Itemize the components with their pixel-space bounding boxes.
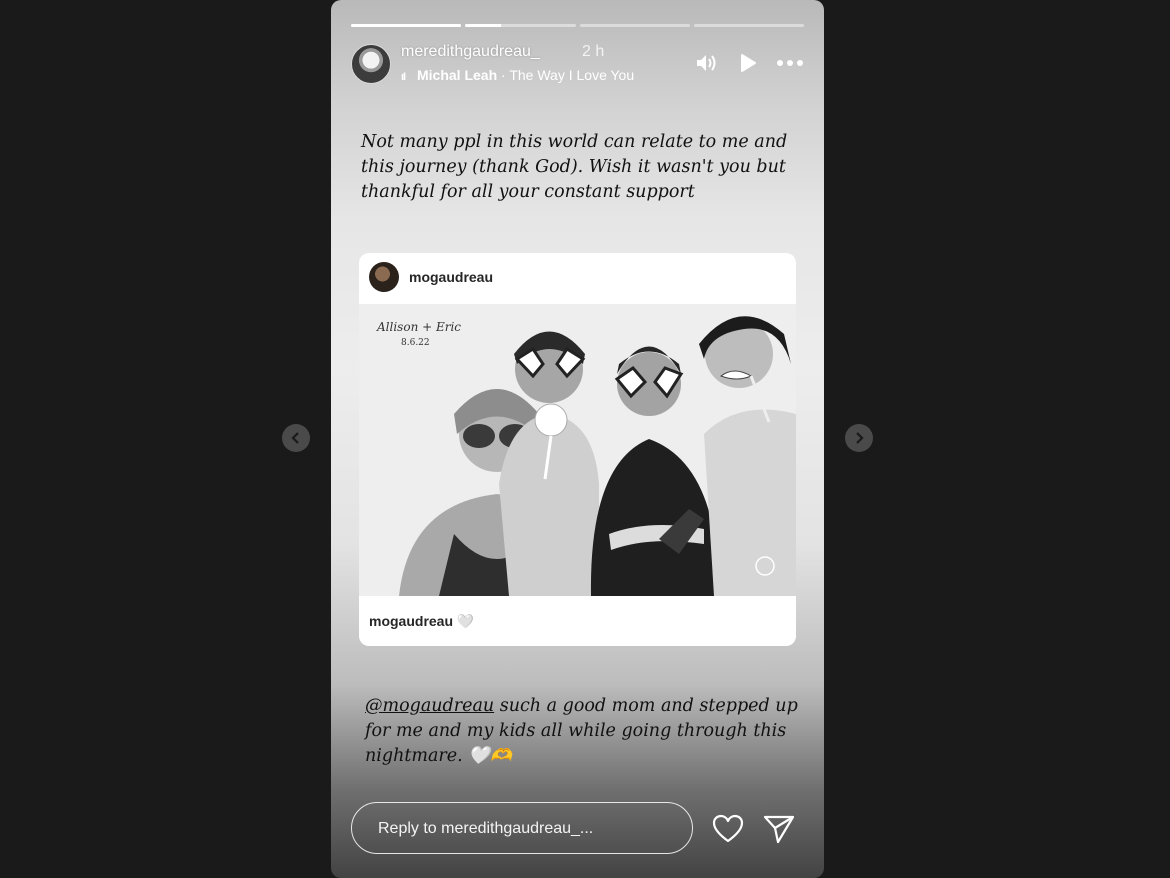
music-bars-icon: ıI [401,71,406,83]
progress-segment [465,24,576,27]
send-button[interactable] [762,813,796,845]
reply-placeholder: Reply to meredithgaudreau_... [378,820,594,837]
story-caption-bottom: @mogaudreau such a good mom and stepped … [365,694,805,769]
story-progress-bar [351,24,804,27]
shared-post-photo[interactable]: Allison + Eric 8.6.22 [359,304,796,596]
shared-post-header: mogaudreau [359,253,796,303]
shared-post-caption: mogaudreau 🤍 [369,613,474,630]
story-username[interactable]: meredithgaudreau_ [401,43,540,61]
like-button[interactable] [711,813,745,845]
play-button[interactable] [734,50,762,76]
next-story-button[interactable] [845,424,873,452]
previous-story-button[interactable] [282,424,310,452]
progress-segment [351,24,462,27]
send-icon [763,815,795,844]
volume-icon [697,55,716,71]
more-options-button[interactable] [776,50,804,76]
more-icon [777,60,803,66]
chevron-right-icon [856,432,864,444]
story-viewer: meredithgaudreau_ 2 h ıI Michal Leah · Th… [331,0,824,878]
mention-link[interactable]: @mogaudreau [365,696,494,716]
music-title: The Way I Love You [509,67,635,83]
shared-post-caption-emoji: 🤍 [456,613,475,629]
reply-input[interactable]: Reply to meredithgaudreau_... [351,802,693,854]
mute-button[interactable] [692,50,720,76]
story-header: meredithgaudreau_ 2 h ıI Michal Leah · Th… [351,42,804,86]
chevron-left-icon [291,432,299,444]
photo-tag-text: Allison + Eric [377,320,462,334]
progress-segment [693,24,804,27]
play-icon [741,54,756,72]
music-artist: Michal Leah [417,67,498,83]
story-controls [692,50,804,76]
story-timestamp: 2 h [582,43,605,60]
shared-post-caption-user[interactable]: mogaudreau [369,613,453,629]
music-info[interactable]: ıI Michal Leah · The Way I Love You [401,67,634,83]
shared-post-username[interactable]: mogaudreau [409,269,493,285]
music-separator: · [501,67,506,83]
shared-post-card[interactable]: mogaudreau Allison + Eric 8.6.22 mogaudr… [359,253,796,646]
story-caption-top: Not many ppl in this world can relate to… [361,132,788,202]
heart-icon [712,814,744,843]
shared-post-avatar[interactable] [369,262,399,292]
progress-segment [579,24,690,27]
avatar[interactable] [351,44,391,84]
photo-date-text: 8.6.22 [401,338,430,348]
